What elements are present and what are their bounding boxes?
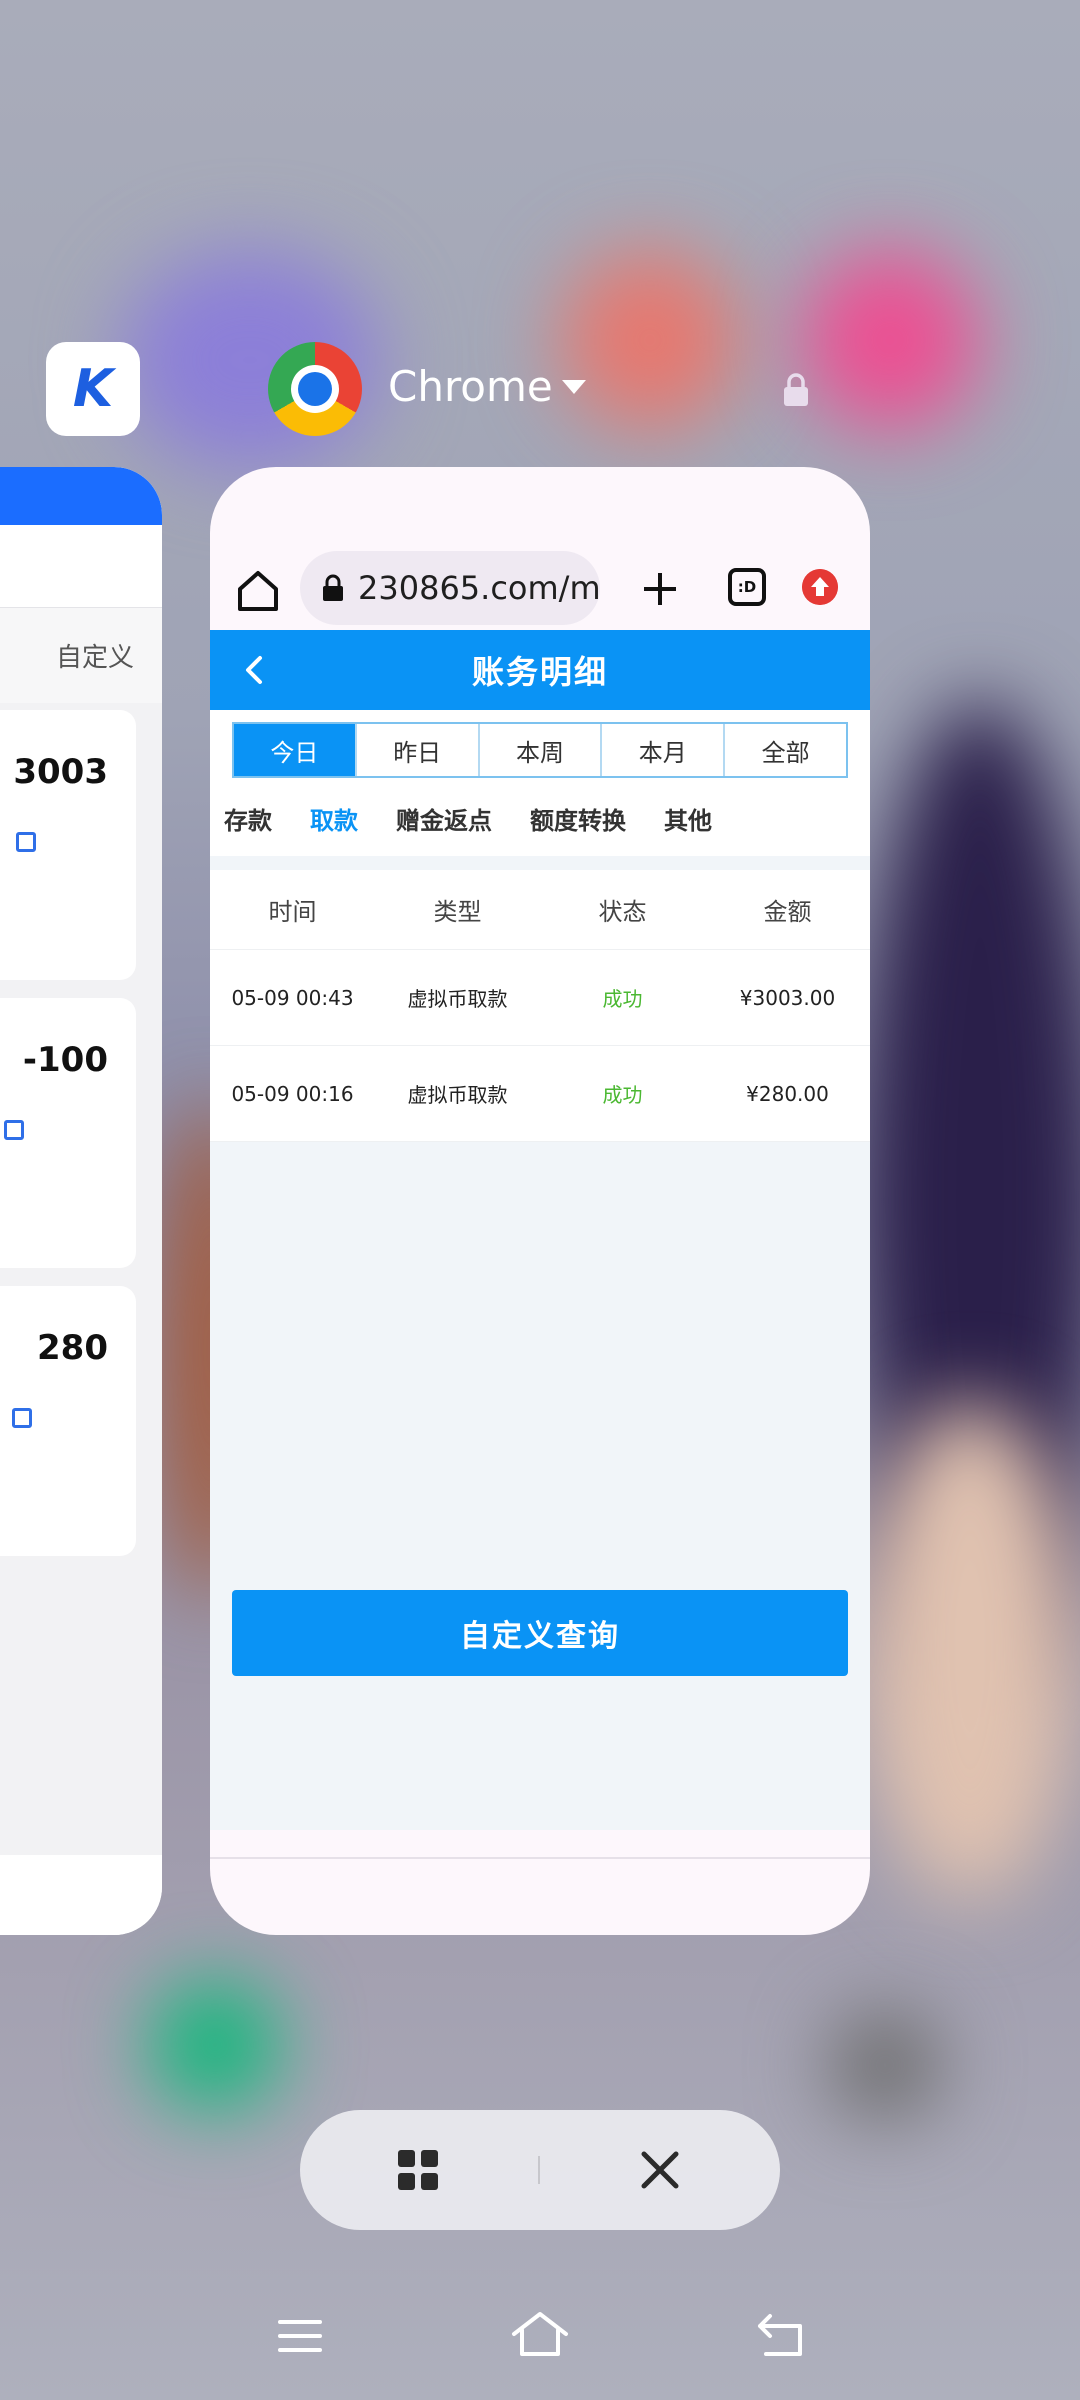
page-header: 账务明细 [210, 630, 870, 710]
type-tab-bonus-rebate[interactable]: 赠金返点 [396, 801, 492, 836]
column-header-status: 状态 [598, 898, 647, 926]
app-icon-k[interactable]: K [46, 342, 140, 436]
copy-icon [16, 832, 36, 852]
tab-switcher-button[interactable]: :D [728, 568, 766, 606]
cell-time: 05-09 00:43 [231, 985, 354, 1010]
left-card-bottom [0, 1855, 162, 1935]
type-tab-transfer[interactable]: 额度转换 [530, 801, 626, 836]
column-header-type: 类型 [433, 898, 482, 926]
table-header-row: 时间 类型 状态 金额 [210, 870, 870, 950]
cell-time: 05-09 00:16 [231, 1081, 354, 1106]
left-card-amount: 3003 [13, 752, 108, 792]
recent-app-card-left[interactable]: 自定义 3003 -100 280 [0, 467, 162, 1935]
back-nav-icon[interactable] [756, 2312, 806, 2358]
wallpaper-blob [800, 250, 980, 430]
home-icon[interactable] [232, 565, 284, 617]
url-bar[interactable]: 230865.com/m/ [300, 551, 600, 625]
padlock-icon [323, 574, 343, 601]
app-icon-k-letter: K [72, 359, 114, 419]
app-name-label[interactable]: Chrome [388, 362, 553, 411]
period-tab-this-week[interactable]: 本周 [479, 724, 603, 776]
cell-amount: ¥280.00 [746, 1081, 829, 1106]
period-filter-bar: 今日 昨日 本周 本月 全部 [210, 710, 870, 780]
wallpaper-blob [860, 1400, 1080, 1900]
type-filter-bar: 存款 取款 赠金返点 额度转换 其他 [210, 780, 870, 856]
left-card-amount: 280 [37, 1328, 108, 1368]
cell-type: 虚拟币取款 [407, 1083, 508, 1107]
home-nav-icon[interactable] [510, 2308, 570, 2360]
lock-icon[interactable] [782, 372, 810, 408]
close-all-icon[interactable] [638, 2148, 682, 2192]
page-content: 今日 昨日 本周 本月 全部 存款 取款 赠金返点 额度转换 其他 时间 类型 … [210, 710, 870, 1830]
period-tabs: 今日 昨日 本周 本月 全部 [232, 722, 848, 778]
grid-view-icon[interactable] [398, 2150, 438, 2190]
copy-icon [12, 1408, 32, 1428]
chevron-down-icon[interactable] [562, 380, 586, 394]
controls-divider [538, 2156, 540, 2184]
recent-app-card-chrome[interactable]: 230865.com/m/ :D 账务明细 今日 昨日 本周 本月 全部 存款 … [210, 467, 870, 1935]
table-row[interactable]: 05-09 00:16 虚拟币取款 成功 ¥280.00 [210, 1046, 870, 1142]
card-bottom-divider [210, 1857, 870, 1859]
type-tab-deposit[interactable]: 存款 [224, 801, 272, 836]
cell-status: 成功 [602, 1083, 643, 1107]
left-card-entry: 3003 [0, 710, 136, 980]
update-icon[interactable] [802, 569, 838, 605]
cell-type: 虚拟币取款 [407, 987, 508, 1011]
url-text: 230865.com/m/ [358, 569, 600, 607]
cell-amount: ¥3003.00 [739, 985, 836, 1010]
wallpaper-blob [830, 2010, 940, 2120]
copy-icon [4, 1120, 24, 1140]
transactions-table: 时间 类型 状态 金额 05-09 00:43 虚拟币取款 成功 ¥3003.0… [210, 870, 870, 1142]
period-tab-this-month[interactable]: 本月 [602, 724, 726, 776]
left-card-entry: -100 [0, 998, 136, 1268]
type-tab-withdraw[interactable]: 取款 [310, 801, 358, 836]
menu-icon[interactable] [278, 2318, 322, 2354]
left-card-filter-label: 自定义 [55, 643, 134, 673]
left-card-filter: 自定义 [0, 607, 162, 703]
wallpaper-blob [150, 1980, 280, 2110]
left-card-amount: -100 [22, 1040, 108, 1080]
period-tab-yesterday[interactable]: 昨日 [356, 724, 480, 776]
wallpaper-blob [560, 250, 740, 430]
custom-query-button[interactable]: 自定义查询 [232, 1590, 848, 1676]
cell-status: 成功 [602, 987, 643, 1011]
column-header-amount: 金额 [763, 898, 812, 926]
chrome-app-icon[interactable] [268, 342, 362, 436]
back-arrow-icon[interactable] [240, 654, 268, 686]
left-card-topbar [0, 467, 162, 525]
page-title: 账务明细 [471, 653, 608, 691]
left-card-entry: 280 [0, 1286, 136, 1556]
period-tab-all[interactable]: 全部 [725, 724, 846, 776]
recents-controls [300, 2110, 780, 2230]
tab-switcher-badge: :D [737, 578, 757, 596]
column-header-time: 时间 [268, 898, 317, 926]
left-card-strip [0, 525, 162, 607]
period-tab-today[interactable]: 今日 [234, 724, 357, 776]
table-row[interactable]: 05-09 00:43 虚拟币取款 成功 ¥3003.00 [210, 950, 870, 1046]
new-tab-icon[interactable] [638, 567, 682, 611]
type-tab-other[interactable]: 其他 [664, 801, 712, 836]
